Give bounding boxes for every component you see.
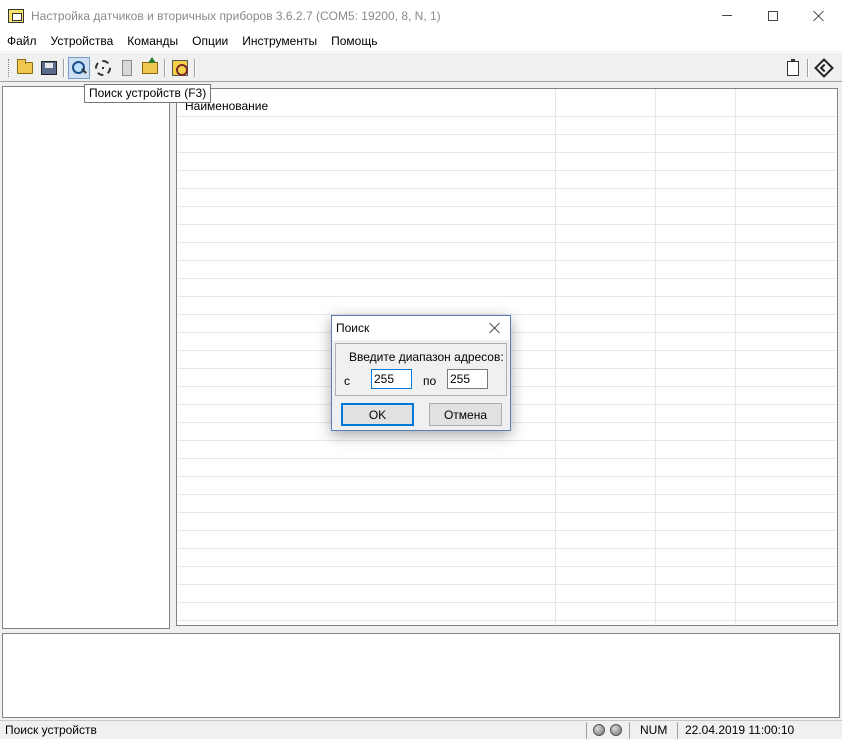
grid-row-line [178, 152, 836, 153]
grid-row-line [178, 134, 836, 135]
app-icon [8, 8, 24, 23]
maximize-icon [768, 10, 778, 21]
grid-row-line [178, 224, 836, 225]
dialog-title: Поиск [336, 321, 370, 335]
search-dialog: Поиск Введите диапазон адресов: с по OK … [331, 315, 511, 431]
toolbar-grip[interactable] [8, 59, 10, 77]
folder-up-button[interactable] [139, 57, 161, 79]
ok-button[interactable]: OK [341, 403, 414, 426]
exit-icon [814, 58, 834, 78]
to-label: по [423, 374, 437, 388]
toolbar-tooltip: Поиск устройств (F3) [84, 84, 212, 103]
save-button[interactable] [38, 57, 60, 79]
grid-row-line [178, 116, 836, 117]
device-icon [122, 60, 132, 76]
status-separator [629, 722, 630, 739]
title-bar: Настройка датчиков и вторичных приборов … [0, 0, 842, 31]
grid-row-line [178, 548, 836, 549]
open-folder-icon [17, 59, 33, 74]
dialog-close-button[interactable] [482, 317, 508, 339]
connection-led-icon [593, 724, 605, 736]
scan-icon [95, 60, 111, 76]
maximize-button[interactable] [750, 0, 796, 31]
grid-row-line [178, 260, 836, 261]
clipboard-button[interactable] [782, 57, 804, 79]
grid-row-line [178, 206, 836, 207]
grid-row-line [178, 278, 836, 279]
from-address-input[interactable] [371, 369, 412, 389]
grid-row-line [178, 584, 836, 585]
open-button[interactable] [14, 57, 36, 79]
dialog-title-bar[interactable]: Поиск [332, 316, 510, 340]
exit-button[interactable] [813, 57, 835, 79]
minimize-icon [722, 15, 732, 16]
clipboard-icon [787, 58, 799, 76]
window-title: Настройка датчиков и вторичных приборов … [31, 8, 441, 23]
from-label: с [344, 374, 350, 388]
grid-row-line [178, 530, 836, 531]
close-icon [813, 10, 825, 22]
device-tree-pane[interactable] [2, 86, 170, 629]
status-bar: Поиск устройств NUM 22.04.2019 11:00:10 [0, 720, 842, 739]
menu-commands[interactable]: Команды [120, 31, 185, 51]
menu-file[interactable]: Файл [0, 31, 44, 51]
close-icon [489, 322, 501, 334]
menu-devices[interactable]: Устройства [44, 31, 121, 51]
grid-row-line [178, 440, 836, 441]
toolbar-separator [807, 59, 809, 77]
device-search-icon [71, 60, 87, 76]
status-separator [586, 722, 587, 739]
tool-button[interactable] [169, 57, 191, 79]
to-address-input[interactable] [447, 369, 488, 389]
toolbar-separator [63, 59, 65, 77]
menu-help[interactable]: Помощь [324, 31, 384, 51]
cancel-button[interactable]: Отмена [429, 403, 502, 426]
grid-row-line [178, 296, 836, 297]
scan-button[interactable] [92, 57, 114, 79]
folder-up-icon [142, 57, 158, 74]
address-range-group: Введите диапазон адресов: с по [335, 343, 507, 396]
log-pane[interactable] [2, 633, 840, 718]
toolbar-separator [164, 59, 166, 77]
grid-column-line [735, 89, 736, 625]
menu-tools[interactable]: Инструменты [235, 31, 324, 51]
device-button[interactable] [116, 57, 138, 79]
save-icon [41, 61, 57, 75]
grid-row-line [178, 512, 836, 513]
grid-row-line [178, 494, 836, 495]
grid-row-line [178, 242, 836, 243]
status-datetime: 22.04.2019 11:00:10 [685, 723, 795, 737]
activity-led-icon [610, 724, 622, 736]
grid-row-line [178, 458, 836, 459]
address-range-prompt: Введите диапазон адресов: [349, 350, 504, 364]
menu-options[interactable]: Опции [185, 31, 235, 51]
grid-row-line [178, 476, 836, 477]
status-separator [677, 722, 678, 739]
grid-row-line [178, 566, 836, 567]
grid-row-line [178, 602, 836, 603]
toolbar-separator [194, 59, 196, 77]
close-button[interactable] [796, 0, 842, 31]
status-message: Поиск устройств [5, 723, 97, 737]
grid-row-line [178, 170, 836, 171]
grid-column-line [655, 89, 656, 625]
menu-bar: Файл Устройства Команды Опции Инструмент… [0, 31, 842, 51]
grid-row-line [178, 620, 836, 621]
toolbar [0, 52, 842, 82]
tool-icon [172, 60, 188, 76]
num-lock-indicator: NUM [640, 723, 668, 737]
grid-column-line [555, 89, 556, 625]
device-search-button[interactable] [68, 57, 90, 79]
minimize-button[interactable] [704, 0, 750, 31]
grid-row-line [178, 188, 836, 189]
